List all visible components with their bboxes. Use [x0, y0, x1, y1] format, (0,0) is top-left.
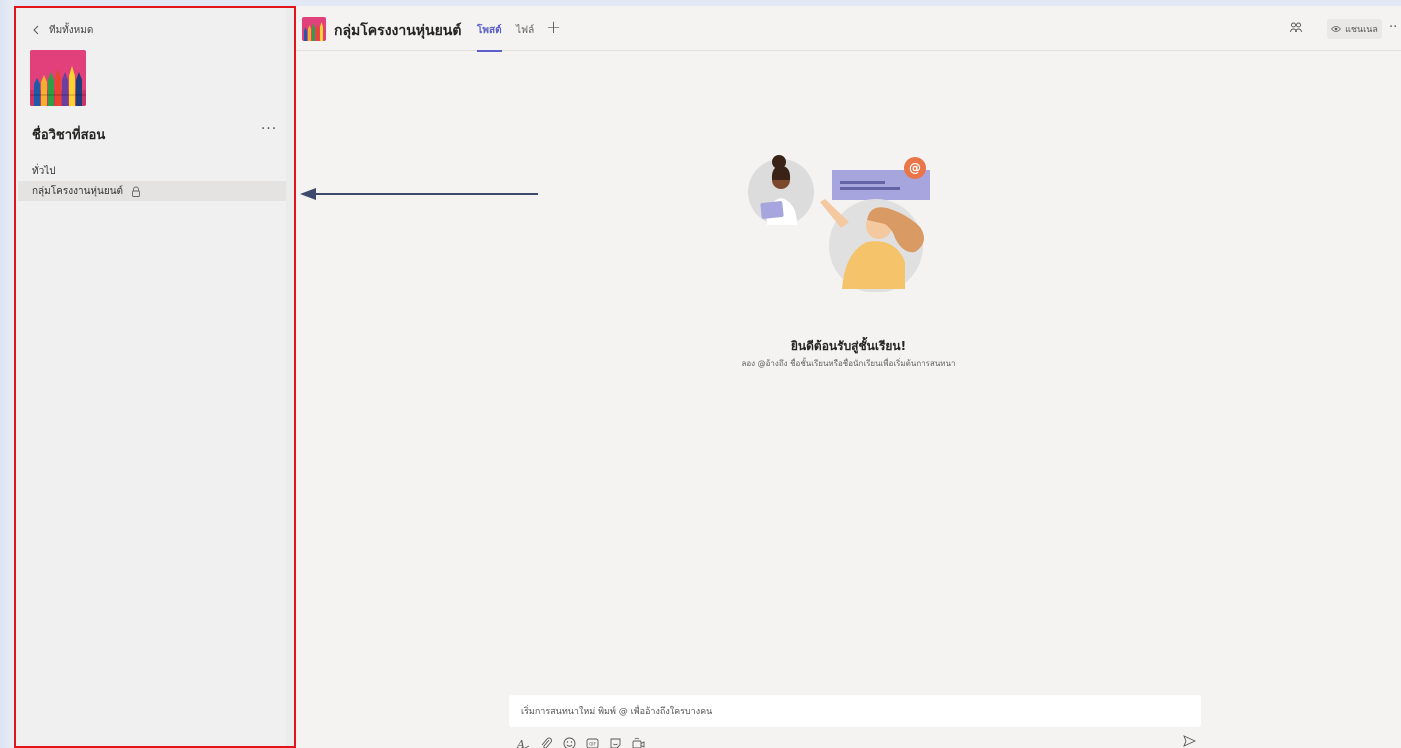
back-to-all-teams[interactable]: ทีมทั้งหมด: [32, 22, 93, 38]
tab-posts[interactable]: โพสต์: [477, 23, 502, 52]
header-more-options-button[interactable]: ··: [1389, 20, 1397, 35]
attach-icon[interactable]: [540, 735, 553, 748]
channel-info-button[interactable]: แชนเนล: [1327, 19, 1382, 39]
new-conversation-input[interactable]: เริ่มการสนทนาใหม่ พิมพ์ @ เพื่ออ้างถึงใค…: [509, 695, 1201, 727]
sidebar-scrollbar[interactable]: [286, 8, 294, 746]
eye-icon: [1331, 26, 1342, 32]
lock-icon: [132, 186, 140, 197]
welcome-illustration: @: [748, 155, 930, 292]
sticker-icon[interactable]: [609, 735, 622, 748]
send-icon[interactable]: [1183, 735, 1196, 747]
channel-header: กลุ่มโครงงานหุ่นยนต์ โพสต์ ไฟล์ + แชนเนล…: [296, 6, 1401, 52]
back-label: ทีมทั้งหมด: [49, 24, 94, 36]
svg-text:GIF: GIF: [589, 741, 596, 746]
svg-text:A: A: [517, 738, 525, 748]
outer-frame-left: [0, 0, 14, 748]
compose-placeholder: เริ่มการสนทนาใหม่ พิมพ์ @ เพื่ออ้างถึงใค…: [521, 707, 713, 717]
emoji-icon[interactable]: [563, 735, 576, 748]
channel-title: กลุ่มโครงงานหุ่นยนต์: [334, 23, 462, 39]
format-icon[interactable]: A: [516, 735, 530, 748]
welcome-title: ยินดีต้อนรับสู่ชั้นเรียน!: [790, 339, 907, 353]
welcome-subtitle: ลอง @อ้างถึง ชื่อชั้นเรียนหรือชื่อนักเรี…: [741, 359, 956, 368]
pencils-icon: [30, 50, 86, 106]
meet-now-icon[interactable]: [632, 735, 645, 748]
pencils-icon: [302, 17, 326, 41]
channel-label: กลุ่มโครงงานหุ่นยนต์: [32, 185, 124, 197]
annotation-arrow: [300, 188, 538, 200]
team-name: ชื่อวิชาที่สอน: [32, 128, 106, 143]
chevron-left-icon: [33, 25, 39, 35]
participants-icon[interactable]: [1289, 21, 1303, 35]
channel-avatar: [302, 17, 326, 41]
gif-icon[interactable]: GIF: [586, 735, 599, 748]
channel-item-general[interactable]: ทั่วไป: [18, 161, 288, 181]
channel-main-area: กลุ่มโครงงานหุ่นยนต์ โพสต์ ไฟล์ + แชนเนล…: [296, 6, 1401, 748]
team-sidebar: ทีมทั้งหมด ชื่อวิชาที่สอน ··· ทั่วไป กลุ…: [14, 6, 296, 748]
tab-files[interactable]: ไฟล์: [516, 23, 534, 38]
channel-label: ทั่วไป: [32, 165, 56, 177]
team-more-options-button[interactable]: ···: [259, 121, 279, 139]
channel-button-label: แชนเนล: [1345, 25, 1378, 35]
add-tab-button[interactable]: +: [546, 17, 561, 38]
svg-text:@: @: [909, 161, 921, 175]
channel-item-robot-project[interactable]: กลุ่มโครงงานหุ่นยนต์: [18, 181, 288, 201]
team-avatar[interactable]: [30, 50, 86, 106]
compose-toolbar: A GIF: [516, 733, 645, 748]
